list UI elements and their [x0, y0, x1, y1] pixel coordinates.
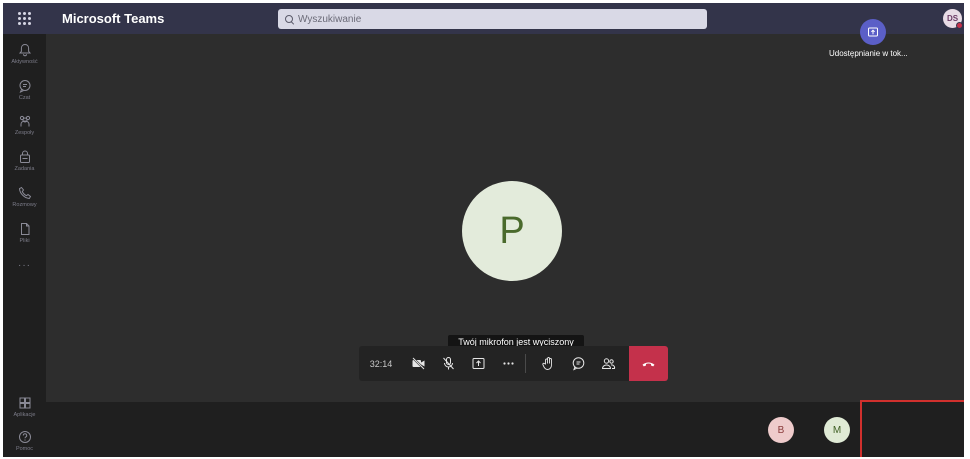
rail-label: Pliki — [19, 238, 30, 244]
search-placeholder: Wyszukiwanie — [298, 13, 362, 25]
camera-off-button[interactable] — [403, 346, 433, 381]
leave-call-button[interactable] — [629, 346, 668, 381]
people-icon — [601, 358, 615, 369]
rail-item-assignments[interactable]: Zadania — [3, 150, 46, 186]
teams-icon — [18, 114, 32, 128]
user-initials: DS — [946, 14, 959, 23]
rail-item-files[interactable]: Pliki — [3, 222, 46, 258]
waffle-icon — [18, 12, 31, 25]
participant-avatar-m[interactable]: M — [824, 417, 850, 443]
participants-button[interactable] — [593, 346, 623, 381]
help-icon — [18, 430, 32, 444]
search-icon — [285, 14, 294, 24]
top-bar: Microsoft Teams Wyszukiwanie DS — [3, 3, 964, 34]
share-screen-button[interactable] — [463, 346, 493, 381]
rail-label: Zadania — [14, 166, 35, 172]
camera-off-icon — [411, 357, 425, 370]
bell-icon — [18, 43, 32, 57]
hand-icon — [541, 357, 552, 370]
file-icon — [18, 222, 32, 236]
rail-item-teams[interactable]: Zespoły — [3, 114, 46, 150]
rail-label: Aplikacje — [13, 412, 36, 418]
rail-item-chat[interactable]: Czat — [3, 79, 46, 115]
chat-bubble-icon — [572, 357, 584, 371]
teams-window: Microsoft Teams Wyszukiwanie DS Aktywnoś… — [3, 3, 964, 457]
share-tray-icon — [868, 27, 878, 37]
more-actions-button[interactable] — [493, 346, 523, 381]
more-apps-icon[interactable]: ··· — [3, 260, 46, 271]
rail-label: Pomoc — [15, 446, 34, 452]
user-avatar[interactable]: DS — [943, 9, 963, 29]
left-rail: Aktywność Czat Zespoły Zadania Rozmowy P… — [3, 34, 46, 457]
more-dots-icon — [502, 362, 514, 365]
controls-divider — [525, 354, 526, 373]
app-title: Microsoft Teams — [62, 11, 165, 26]
participant-avatar: P — [462, 181, 562, 281]
app-launcher-button[interactable] — [3, 3, 46, 34]
call-timer: 32:14 — [359, 346, 403, 381]
mic-muted-button[interactable] — [433, 346, 463, 381]
rail-item-calls[interactable]: Rozmowy — [3, 186, 46, 222]
rail-item-activity[interactable]: Aktywność — [3, 43, 46, 79]
assignments-icon — [18, 150, 32, 164]
mic-off-icon — [442, 357, 454, 370]
participant-avatar-b[interactable]: B — [768, 417, 794, 443]
share-tray-icon — [472, 358, 484, 369]
chat-icon — [18, 79, 32, 93]
highlight-box — [860, 400, 964, 457]
screen-share-tile[interactable] — [860, 19, 886, 45]
meeting-stage: P Twój mikrofon jest wyciszony 32:14 — [46, 34, 964, 402]
presence-busy-icon — [956, 22, 963, 29]
screen-share-label: Udostępnianie w tok... — [829, 49, 908, 58]
meeting-chat-button[interactable] — [563, 346, 593, 381]
participants-tray: B M — [46, 400, 964, 457]
raise-hand-button[interactable] — [533, 346, 563, 381]
rail-label: Czat — [18, 95, 31, 101]
phone-icon — [18, 186, 32, 200]
search-input[interactable]: Wyszukiwanie — [278, 9, 707, 29]
apps-icon — [18, 396, 32, 410]
rail-label: Rozmowy — [12, 202, 37, 208]
call-controls-bar: 32:14 — [359, 346, 668, 381]
rail-label: Zespoły — [14, 130, 35, 136]
hang-up-icon — [642, 362, 655, 367]
rail-item-apps[interactable]: Aplikacje — [3, 396, 46, 432]
rail-item-help[interactable]: Pomoc — [3, 430, 46, 457]
rail-label: Aktywność — [11, 59, 38, 65]
call-duration: 32:14 — [369, 358, 393, 369]
